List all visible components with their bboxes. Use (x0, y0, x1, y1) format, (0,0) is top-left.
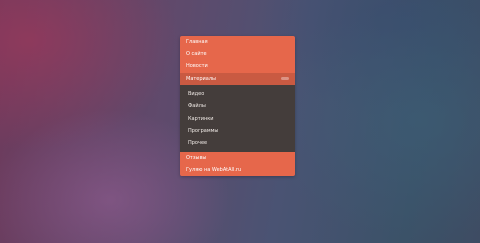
menu-item-label: Отзывы (186, 154, 207, 161)
menu-item-webatall[interactable]: Гуляю на WebAtAll.ru (180, 163, 295, 177)
menu-item-label: Материалы (186, 75, 216, 82)
submenu-item-label: Картинки (188, 115, 214, 122)
menu-item-home[interactable]: Главная (180, 36, 295, 49)
menu-item-about[interactable]: О сайте (180, 48, 295, 61)
menu-item-label: Главная (186, 39, 208, 45)
menu-item-reviews[interactable]: Отзывы (180, 151, 295, 164)
submenu-item-label: Видео (188, 90, 205, 97)
submenu-item-label: Файлы (188, 103, 206, 110)
accordion-menu: Главная О сайте Новости Материалы Видео … (180, 36, 295, 177)
submenu-materials: Видео Файлы Картинки Программы Прочее (180, 84, 295, 152)
submenu-item-video[interactable]: Видео (180, 88, 295, 100)
expand-toggle-icon (281, 76, 289, 80)
menu-item-materials[interactable]: Материалы (180, 72, 295, 85)
submenu-item-files[interactable]: Файлы (180, 100, 295, 112)
menu-item-label: Новости (186, 63, 208, 70)
submenu-item-label: Программы (188, 127, 219, 134)
menu-item-news[interactable]: Новости (180, 60, 295, 73)
submenu-item-pictures[interactable]: Картинки (180, 113, 295, 125)
menu-item-label: О сайте (186, 51, 207, 58)
submenu-item-label: Прочее (188, 140, 208, 147)
submenu-item-programs[interactable]: Программы (180, 125, 295, 137)
submenu-item-other[interactable]: Прочее (180, 137, 295, 149)
menu-item-label: Гуляю на WebAtAll.ru (186, 166, 242, 173)
